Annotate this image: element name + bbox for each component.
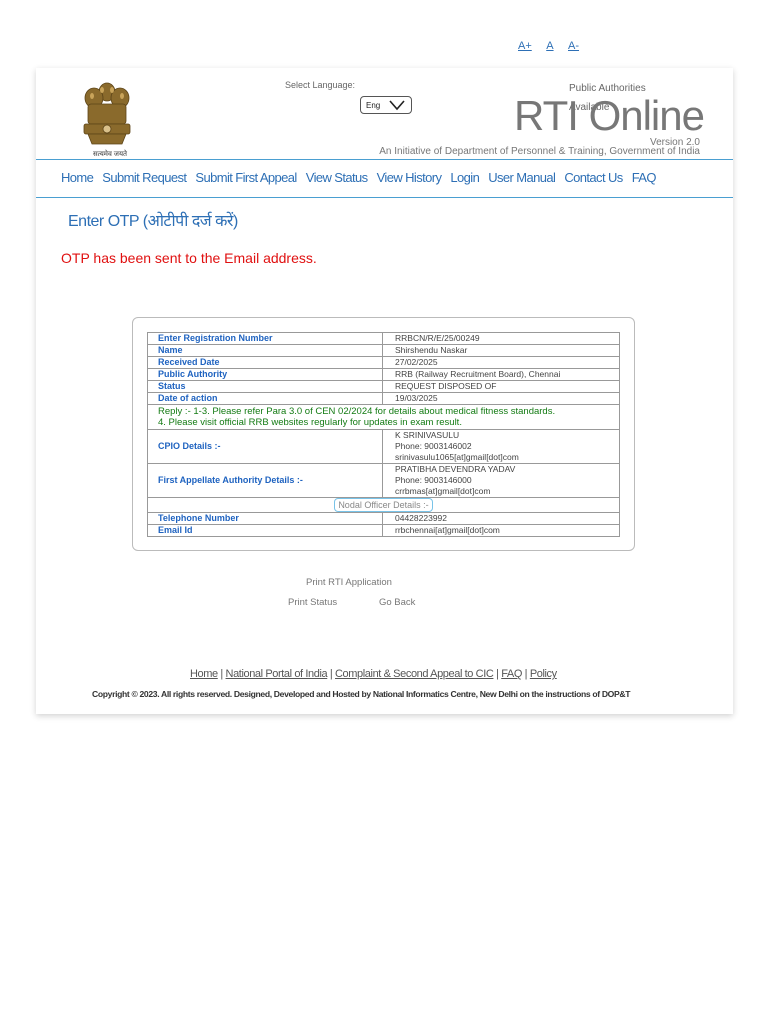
name-value: Shirshendu Naskar	[382, 344, 620, 357]
footer-links: Home | National Portal of India | Compla…	[190, 668, 557, 680]
registration-number-value: RRBCN/R/E/25/00249	[382, 332, 620, 345]
table-row: Enter Registration Number RRBCN/R/E/25/0…	[147, 332, 620, 345]
site-title: RTI Online	[514, 92, 705, 139]
nav-bottom-divider	[36, 197, 733, 198]
nav-login[interactable]: Login	[450, 170, 479, 185]
cpio-email: srinivasulu1065[at]gmail[dot]com	[395, 452, 519, 462]
main-nav: Home Submit Request Submit First Appeal …	[61, 170, 662, 185]
cpio-details-label: CPIO Details :-	[147, 429, 383, 464]
request-details-table: Enter Registration Number RRBCN/R/E/25/0…	[147, 332, 620, 537]
footer-policy-link[interactable]: Policy	[530, 668, 557, 680]
status-value: REQUEST DISPOSED OF	[382, 380, 620, 393]
faa-phone: Phone: 9003146000	[395, 475, 472, 485]
table-row: CPIO Details :- K SRINIVASULU Phone: 900…	[147, 429, 620, 464]
footer-separator: |	[522, 668, 530, 680]
copyright-text: Copyright © 2023. All rights reserved. D…	[92, 689, 631, 699]
nav-faq[interactable]: FAQ	[632, 170, 657, 185]
nav-contact-us[interactable]: Contact Us	[564, 170, 623, 185]
nav-view-history[interactable]: View History	[377, 170, 442, 185]
font-decrease-link[interactable]: A-	[568, 40, 579, 52]
national-emblem-icon	[83, 82, 131, 145]
otp-sent-message: OTP has been sent to the Email address.	[61, 250, 317, 266]
faa-email: crrbmas[at]gmail[dot]com	[395, 486, 491, 496]
footer-complaint-link[interactable]: Complaint & Second Appeal to CIC	[335, 668, 494, 680]
font-increase-link[interactable]: A+	[518, 40, 532, 52]
nodal-officer-label: Nodal Officer Details :-	[334, 498, 433, 512]
go-back-link[interactable]: Go Back	[379, 597, 415, 608]
date-of-action-value: 19/03/2025	[382, 392, 620, 405]
email-value: rrbchennai[at]gmail[dot]com	[382, 524, 620, 537]
reply-line-2: 4. Please visit official RRB websites re…	[158, 417, 462, 428]
print-status-link[interactable]: Print Status	[288, 597, 337, 608]
table-row: Reply :- 1-3. Please refer Para 3.0 of C…	[147, 404, 620, 430]
page-title: Enter OTP (ओटीपी दर्ज करें)	[68, 213, 238, 230]
email-label: Email Id	[147, 524, 383, 537]
cpio-name: K SRINIVASULU	[395, 430, 460, 440]
print-rti-application-link[interactable]: Print RTI Application	[306, 577, 392, 588]
nav-user-manual[interactable]: User Manual	[488, 170, 556, 185]
font-normal-link[interactable]: A	[546, 40, 553, 52]
footer-home-link[interactable]: Home	[190, 668, 218, 680]
nav-submit-request[interactable]: Submit Request	[102, 170, 187, 185]
footer-national-portal-link[interactable]: National Portal of India	[226, 668, 328, 680]
select-language-label: Select Language:	[285, 80, 356, 90]
language-select[interactable]: Eng	[360, 96, 412, 114]
telephone-value: 04428223992	[382, 512, 620, 525]
status-label: Status	[147, 380, 383, 393]
font-size-controls: A+ A A-	[518, 40, 591, 52]
table-row: First Appellate Authority Details :- PRA…	[147, 463, 620, 498]
nav-home[interactable]: Home	[61, 170, 94, 185]
name-label: Name	[147, 344, 383, 357]
nav-view-status[interactable]: View Status	[306, 170, 368, 185]
nav-top-divider	[36, 159, 733, 160]
footer-faq-link[interactable]: FAQ	[501, 668, 522, 680]
public-authority-value: RRB (Railway Recruitment Board), Chennai	[382, 368, 620, 381]
emblem-motto: सत्यमेव जयते	[92, 151, 128, 158]
table-row: Public Authority RRB (Railway Recruitmen…	[147, 368, 620, 381]
date-of-action-label: Date of action	[147, 392, 383, 405]
reply-line-1: Reply :- 1-3. Please refer Para 3.0 of C…	[158, 406, 556, 417]
faa-details-label: First Appellate Authority Details :-	[147, 463, 383, 498]
table-row: Email Id rrbchennai[at]gmail[dot]com	[147, 524, 620, 537]
table-row: Telephone Number 04428223992	[147, 512, 620, 525]
initiative-text: An Initiative of Department of Personnel…	[379, 146, 700, 157]
language-value: Eng	[366, 100, 381, 110]
cpio-phone: Phone: 9003146002	[395, 441, 472, 451]
table-row: Nodal Officer Details :-	[147, 497, 620, 513]
table-row: Name Shirshendu Naskar	[147, 344, 620, 357]
nav-submit-first-appeal[interactable]: Submit First Appeal	[195, 170, 297, 185]
faa-details-value: PRATIBHA DEVENDRA YADAV Phone: 900314600…	[382, 463, 620, 498]
faa-name: PRATIBHA DEVENDRA YADAV	[395, 464, 516, 474]
received-date-label: Received Date	[147, 356, 383, 369]
cpio-details-value: K SRINIVASULU Phone: 9003146002 srinivas…	[382, 429, 620, 464]
registration-number-label: Enter Registration Number	[147, 332, 383, 345]
public-authority-label: Public Authority	[147, 368, 383, 381]
telephone-label: Telephone Number	[147, 512, 383, 525]
footer-separator: |	[327, 668, 336, 680]
table-row: Received Date 27/02/2025	[147, 356, 620, 369]
nodal-officer-row: Nodal Officer Details :-	[147, 497, 620, 513]
reply-cell: Reply :- 1-3. Please refer Para 3.0 of C…	[147, 404, 620, 430]
footer-separator: |	[217, 668, 226, 680]
table-row: Status REQUEST DISPOSED OF	[147, 380, 620, 393]
table-row: Date of action 19/03/2025	[147, 392, 620, 405]
received-date-value: 27/02/2025	[382, 356, 620, 369]
chevron-down-icon	[389, 100, 405, 111]
